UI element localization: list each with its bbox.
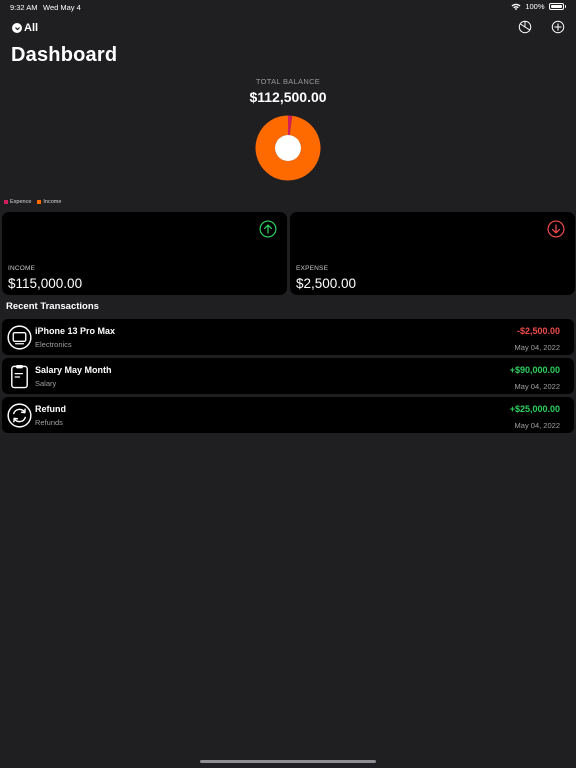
transaction-name: Salary May Month	[35, 365, 112, 375]
status-time: 9:32 AM	[10, 3, 38, 12]
filter-all-button[interactable]: All	[12, 22, 38, 34]
refresh-icon	[7, 403, 32, 428]
legend-item-income: Income	[37, 199, 61, 205]
transaction-name: iPhone 13 Pro Max	[35, 326, 116, 336]
legend-label-expence: Expence	[10, 199, 32, 205]
transaction-category: Refunds	[35, 418, 63, 427]
clipboard-icon	[11, 364, 28, 389]
transaction-date: May 04, 2022	[514, 343, 560, 352]
transaction-row[interactable]: Refund Refunds +$25,000.00 May 04, 2022	[2, 397, 574, 433]
legend-swatch-income	[37, 200, 42, 204]
status-bar: 9:32 AM Wed May 4 100%	[0, 0, 576, 14]
transaction-amount: -$2,500.00	[516, 326, 560, 336]
total-balance-value: $112,500.00	[249, 89, 327, 105]
chart-pie-icon[interactable]	[518, 20, 532, 34]
pie-center	[275, 135, 301, 161]
transaction-row[interactable]: Salary May Month Salary +$90,000.00 May …	[2, 358, 574, 394]
transaction-category: Electronics	[35, 340, 72, 349]
status-date: Wed May 4	[43, 3, 81, 12]
arrow-up-circle-icon	[259, 220, 277, 238]
transaction-date: May 04, 2022	[514, 382, 560, 391]
legend-item-expence: Expence	[4, 199, 31, 205]
chevron-down-icon	[12, 23, 22, 33]
wifi-icon	[511, 3, 521, 10]
page-title: Dashboard	[11, 44, 118, 66]
income-card[interactable]: INCOME $115,000.00	[2, 212, 287, 295]
expense-label: EXPENSE	[296, 265, 329, 272]
chart-legend: Expence Income	[4, 199, 61, 205]
transaction-amount: +$25,000.00	[509, 404, 560, 414]
income-label: INCOME	[8, 265, 36, 272]
income-value: $115,000.00	[8, 276, 83, 291]
balance-pie-chart	[255, 115, 321, 181]
legend-swatch-expence	[4, 200, 8, 204]
legend-label-income: Income	[43, 199, 62, 205]
home-indicator[interactable]	[200, 760, 376, 763]
expense-card[interactable]: EXPENSE $2,500.00	[290, 212, 575, 295]
transaction-amount: +$90,000.00	[509, 365, 560, 375]
monitor-icon	[7, 325, 32, 350]
transaction-date: May 04, 2022	[514, 421, 560, 430]
recent-transactions-title: Recent Transactions	[6, 301, 99, 312]
battery-percent: 100%	[525, 2, 545, 11]
battery-icon	[548, 3, 564, 10]
expense-value: $2,500.00	[296, 276, 357, 291]
plus-circle-icon[interactable]	[551, 20, 565, 34]
transaction-row[interactable]: iPhone 13 Pro Max Electronics -$2,500.00…	[2, 319, 574, 355]
transaction-name: Refund	[35, 404, 66, 414]
status-right: 100%	[511, 2, 566, 11]
total-balance-label: TOTAL BALANCE	[255, 77, 321, 86]
arrow-down-circle-icon	[547, 220, 565, 238]
transaction-category: Salary	[35, 379, 57, 388]
filter-label: All	[24, 22, 39, 34]
battery-cap	[564, 5, 566, 8]
